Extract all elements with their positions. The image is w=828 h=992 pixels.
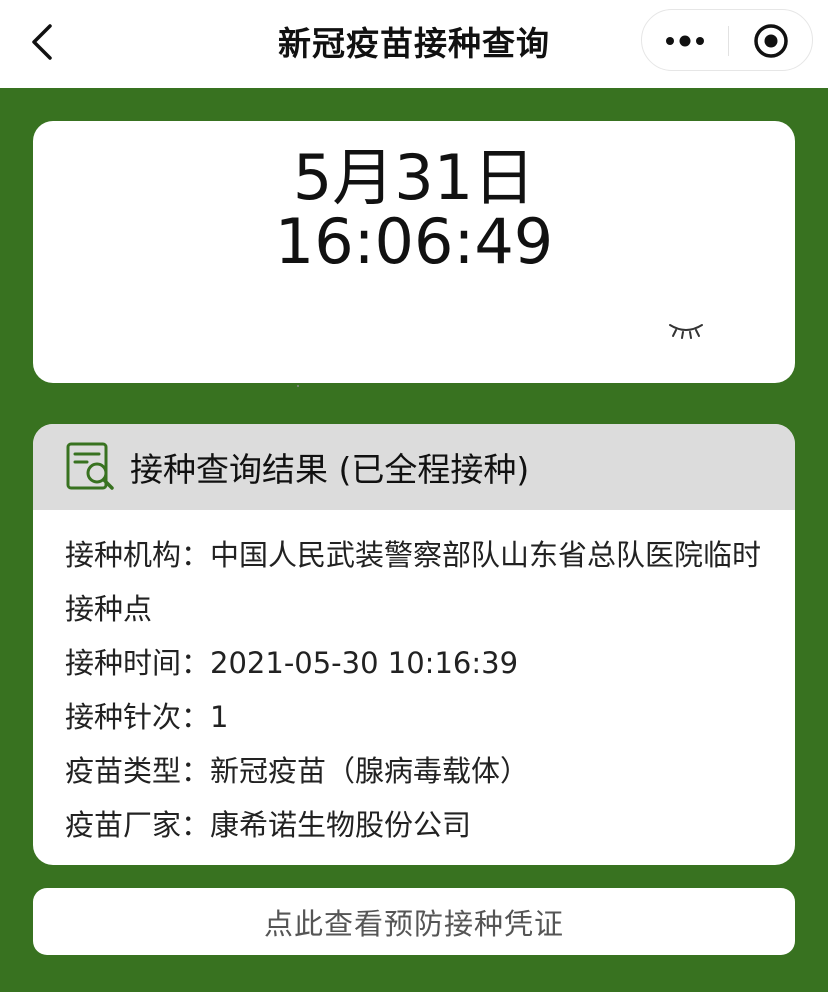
info-label: 疫苗厂家： bbox=[65, 808, 211, 842]
info-row-time: 接种时间：2021-05-30 10:16:39 bbox=[65, 636, 765, 690]
more-button[interactable] bbox=[642, 10, 728, 72]
view-voucher-button[interactable]: 点此查看预防接种凭证 bbox=[33, 888, 795, 955]
info-label: 接种机构： bbox=[65, 538, 211, 572]
more-dots-icon bbox=[666, 35, 704, 47]
dot-mark bbox=[297, 385, 299, 387]
clock-time: 16:06:49 bbox=[274, 205, 554, 278]
result-header: 接种查询结果 (已全程接种) bbox=[33, 424, 795, 510]
eye-closed-icon bbox=[669, 324, 703, 339]
info-label: 疫苗类型： bbox=[65, 754, 211, 788]
info-row-dose: 接种针次：1 bbox=[65, 690, 765, 744]
info-value: 1 bbox=[210, 700, 229, 734]
info-list: 接种机构：中国人民武装警察部队山东省总队医院临时接种点 接种时间：2021-05… bbox=[65, 528, 765, 852]
info-value: 新冠疫苗（腺病毒载体） bbox=[210, 754, 530, 788]
info-row-institution: 接种机构：中国人民武装警察部队山东省总队医院临时接种点 bbox=[65, 528, 765, 636]
result-card: 接种查询结果 (已全程接种) 接种机构：中国人民武装警察部队山东省总队医院临时接… bbox=[33, 424, 795, 865]
clock-card: 5月31日 16:06:49 bbox=[33, 121, 795, 387]
main-content: 5月31日 16:06:49 接种查询结果 (已全程接种) 接种机构：中国人民武… bbox=[0, 88, 828, 992]
info-value: 康希诺生物股份公司 bbox=[210, 808, 472, 842]
info-label: 接种时间： bbox=[65, 646, 211, 680]
clock-date: 5月31日 bbox=[292, 141, 536, 214]
document-search-icon bbox=[66, 442, 114, 490]
info-row-manufacturer: 疫苗厂家：康希诺生物股份公司 bbox=[65, 798, 765, 852]
info-label: 接种针次： bbox=[65, 700, 211, 734]
target-circle-icon bbox=[754, 24, 788, 58]
navigation-bar: 新冠疫苗接种查询 bbox=[0, 0, 828, 88]
close-button[interactable] bbox=[729, 10, 813, 72]
info-value: 2021-05-30 10:16:39 bbox=[210, 646, 519, 680]
result-title: 接种查询结果 (已全程接种) bbox=[130, 450, 530, 489]
mini-program-capsule bbox=[641, 9, 813, 71]
info-row-vaccine-type: 疫苗类型：新冠疫苗（腺病毒载体） bbox=[65, 744, 765, 798]
